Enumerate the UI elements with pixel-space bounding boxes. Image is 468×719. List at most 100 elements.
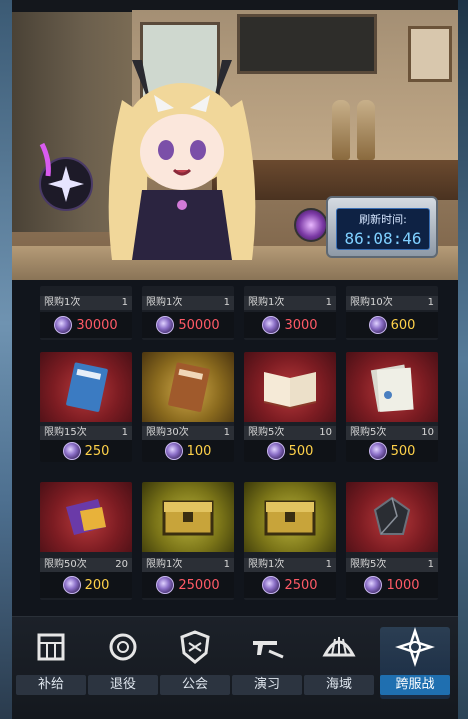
gold-chest-icon bbox=[162, 500, 214, 536]
coin-icon bbox=[156, 316, 175, 334]
timer-orb-icon bbox=[294, 208, 328, 242]
gear-flower-icon bbox=[109, 633, 137, 661]
tab-cross-server[interactable]: 跨服战 bbox=[380, 627, 450, 699]
tab-sea-area[interactable]: 海域 bbox=[304, 627, 374, 699]
price-value: 1000 bbox=[386, 577, 420, 593]
limit-label: 限购1次 bbox=[146, 297, 183, 308]
stock-count: 20 bbox=[115, 559, 128, 570]
stock-count: 1 bbox=[223, 559, 230, 570]
tab-exercise[interactable]: 演习 bbox=[232, 627, 302, 699]
limit-row: 限购1次 1 bbox=[244, 558, 336, 572]
item-art bbox=[142, 352, 234, 422]
price-value: 3000 bbox=[284, 317, 318, 333]
shop-panel: 刷新时间: 86:08:46 限购1次 1 30000 限购1次 1 50000 限… bbox=[12, 0, 458, 719]
shop-item-card[interactable]: 限购1次 1 25000 bbox=[142, 482, 234, 600]
stock-count: 1 bbox=[325, 297, 332, 308]
coin-icon bbox=[62, 442, 81, 460]
coin-icon bbox=[368, 316, 387, 334]
price-value: 50000 bbox=[178, 317, 220, 333]
price-value: 200 bbox=[84, 577, 110, 593]
limit-row: 限购10次 1 bbox=[346, 296, 438, 310]
stock-count: 10 bbox=[421, 427, 434, 438]
limit-label: 限购50次 bbox=[44, 559, 87, 570]
limit-row: 限购30次 1 bbox=[142, 426, 234, 440]
price-row: 500 bbox=[244, 440, 336, 462]
coin-icon bbox=[364, 576, 383, 594]
background-edge-left bbox=[0, 0, 12, 719]
limit-row: 限购5次 1 bbox=[346, 558, 438, 572]
tab-retire[interactable]: 退役 bbox=[88, 627, 158, 699]
item-art bbox=[244, 352, 336, 422]
shop-item-card[interactable]: 限购10次 1 600 bbox=[346, 286, 438, 340]
item-art bbox=[244, 482, 336, 552]
shop-item-card[interactable]: 限购1次 1 30000 bbox=[40, 286, 132, 340]
limit-row: 限购15次 1 bbox=[40, 426, 132, 440]
shop-item-card[interactable]: 限购1次 1 3000 bbox=[244, 286, 336, 340]
price-value: 25000 bbox=[178, 577, 220, 593]
stock-count: 1 bbox=[223, 427, 230, 438]
price-row: 500 bbox=[346, 440, 438, 462]
shop-item-card[interactable]: 限购5次 10 500 bbox=[346, 352, 438, 462]
blue-book-icon bbox=[66, 362, 108, 412]
refresh-timer: 刷新时间: 86:08:46 bbox=[326, 196, 438, 258]
shop-banner: 刷新时间: 86:08:46 bbox=[12, 0, 458, 280]
stock-count: 10 bbox=[319, 427, 332, 438]
price-row: 100 bbox=[142, 440, 234, 462]
shell-icon bbox=[322, 637, 356, 657]
shop-item-card[interactable]: 限购30次 1 100 bbox=[142, 352, 234, 462]
coin-icon bbox=[262, 576, 281, 594]
limit-label: 限购1次 bbox=[146, 559, 183, 570]
stock-count: 1 bbox=[325, 559, 332, 570]
limit-row: 限购5次 10 bbox=[346, 426, 438, 440]
shop-item-card[interactable]: 限购5次 1 1000 bbox=[346, 482, 438, 600]
price-row: 3000 bbox=[244, 312, 336, 338]
price-value: 500 bbox=[390, 443, 416, 459]
limit-row: 限购1次 1 bbox=[244, 296, 336, 310]
tab-label: 海域 bbox=[304, 675, 374, 695]
shop-item-card[interactable]: 限购5次 10 500 bbox=[244, 352, 336, 462]
coin-icon bbox=[266, 442, 285, 460]
coin-icon bbox=[262, 316, 281, 334]
price-value: 2500 bbox=[284, 577, 318, 593]
brown-book-icon bbox=[168, 362, 210, 412]
price-value: 500 bbox=[288, 443, 314, 459]
tab-label: 退役 bbox=[88, 675, 158, 695]
coffee-siphon bbox=[332, 100, 350, 160]
limit-label: 限购1次 bbox=[248, 559, 285, 570]
logs-paper-icon bbox=[370, 364, 414, 412]
stock-count: 1 bbox=[121, 297, 128, 308]
item-art bbox=[346, 352, 438, 422]
shop-item-card[interactable]: 限购15次 1 250 bbox=[40, 352, 132, 462]
price-row: 2500 bbox=[244, 572, 336, 598]
price-value: 250 bbox=[84, 443, 110, 459]
tab-guild[interactable]: 公会 bbox=[160, 627, 230, 699]
tab-label: 演习 bbox=[232, 675, 302, 695]
refresh-label: 刷新时间: bbox=[359, 213, 407, 226]
open-book-icon bbox=[263, 372, 317, 410]
tab-label: 补给 bbox=[16, 675, 86, 695]
purple-parcel-icon bbox=[66, 499, 106, 535]
supply-crate-icon bbox=[37, 633, 65, 661]
gold-chest-icon bbox=[264, 500, 316, 536]
shop-item-card[interactable]: 限购50次 20 200 bbox=[40, 482, 132, 600]
shop-tab-bar: 补给 退役 公会 演习 海域 跨服战 bbox=[12, 616, 458, 719]
tab-label: 跨服战 bbox=[380, 675, 450, 695]
shopkeeper-character[interactable] bbox=[82, 40, 282, 270]
coin-icon bbox=[156, 576, 175, 594]
limit-label: 限购5次 bbox=[350, 559, 387, 570]
limit-row: 限购50次 20 bbox=[40, 558, 132, 572]
limit-row: 限购1次 1 bbox=[142, 296, 234, 310]
limit-row: 限购5次 10 bbox=[244, 426, 336, 440]
shop-item-card[interactable]: 限购1次 1 2500 bbox=[244, 482, 336, 600]
limit-row: 限购1次 1 bbox=[142, 558, 234, 572]
coin-icon bbox=[368, 442, 387, 460]
coffee-siphon bbox=[357, 100, 375, 160]
price-row: 250 bbox=[40, 440, 132, 462]
limit-row: 限购1次 1 bbox=[40, 296, 132, 310]
shop-item-card[interactable]: 限购1次 1 50000 bbox=[142, 286, 234, 340]
item-art bbox=[40, 482, 132, 552]
price-value: 100 bbox=[186, 443, 212, 459]
tab-supply[interactable]: 补给 bbox=[16, 627, 86, 699]
price-row: 50000 bbox=[142, 312, 234, 338]
item-art bbox=[142, 482, 234, 552]
